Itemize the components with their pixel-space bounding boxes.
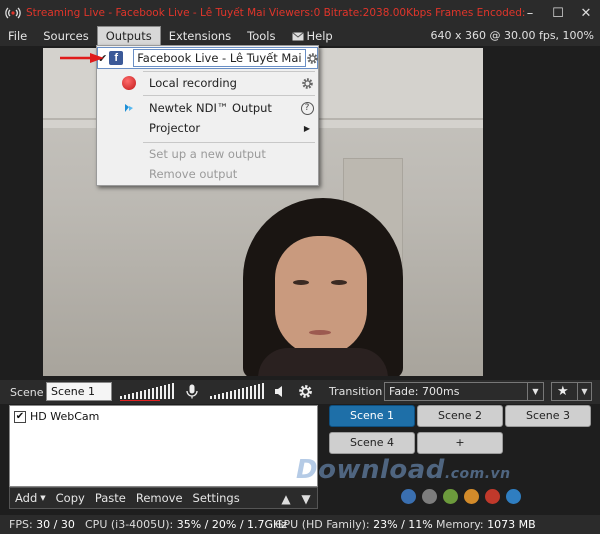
desktop-volume-meter[interactable] <box>208 382 270 401</box>
title-bar: Streaming Live - Facebook Live - Lê Tuyế… <box>0 0 600 26</box>
submenu-arrow-icon: ▶ <box>303 123 311 133</box>
mail-icon <box>291 31 304 40</box>
scene-bar: Scene Scene 1 Transition Fade: 700ms ▼ ★… <box>0 380 600 404</box>
scene-1-button[interactable]: Scene 1 <box>329 405 415 427</box>
minimize-button[interactable]: – <box>516 0 544 26</box>
outputs-dropdown-menu: ✔ f Facebook Live - Lê Tuyết Mai Local r… <box>96 45 319 186</box>
add-label: Add <box>15 491 38 505</box>
menu-file[interactable]: File <box>0 26 35 46</box>
source-visibility-checkbox[interactable]: ✔ <box>14 410 26 423</box>
move-up-icon[interactable]: ▲ <box>278 491 294 507</box>
watermark-logo: Download.com.vn <box>296 455 511 485</box>
chevron-down-icon: ▼ <box>40 494 46 502</box>
scene-3-button[interactable]: Scene 3 <box>505 405 591 427</box>
chevron-down-icon: ▼ <box>527 383 543 400</box>
scene-label: Scene <box>10 385 44 399</box>
ndi-icon <box>119 100 139 116</box>
settings-button[interactable]: Settings <box>188 491 245 505</box>
gear-icon[interactable] <box>294 381 316 402</box>
source-label: HD WebCam <box>30 410 100 423</box>
microphone-volume-meter[interactable] <box>118 382 180 401</box>
broadcast-icon <box>4 4 22 22</box>
move-down-icon[interactable]: ▼ <box>298 491 314 507</box>
menu-help[interactable]: Help <box>284 26 341 46</box>
output-facebook-live[interactable]: ✔ f Facebook Live - Lê Tuyết Mai <box>97 47 318 69</box>
menu-sources[interactable]: Sources <box>35 26 97 46</box>
menu-extensions[interactable]: Extensions <box>161 26 239 46</box>
add-source-button[interactable]: Add ▼ <box>10 491 51 505</box>
maximize-button[interactable]: ☐ <box>544 0 572 26</box>
red-arrow-annotation <box>60 53 104 63</box>
add-scene-button[interactable]: + <box>417 432 503 454</box>
watermark-dots <box>401 489 521 504</box>
facebook-icon: f <box>109 51 124 65</box>
status-bar: FPS: 30 / 30 CPU (i3-4005U): 35% / 20% /… <box>0 515 600 534</box>
star-plus-icon: ★ <box>557 384 569 399</box>
microphone-icon[interactable] <box>181 381 203 402</box>
scene-2-button[interactable]: Scene 2 <box>417 405 503 427</box>
transition-label: Transition <box>329 385 383 398</box>
window-title: Streaming Live - Facebook Live - Lê Tuyế… <box>26 7 526 19</box>
output-label: Local recording <box>149 76 237 90</box>
fps-stat: FPS: 30 / 30 <box>9 518 75 531</box>
output-local-recording[interactable]: Local recording <box>97 72 318 94</box>
help-icon[interactable]: ? <box>300 101 314 115</box>
menu-help-label: Help <box>306 29 333 43</box>
gear-icon[interactable] <box>296 77 318 90</box>
transition-select[interactable]: Fade: 700ms ▼ <box>384 382 544 401</box>
output-newtek-ndi[interactable]: Newtek NDI™ Output ? <box>97 97 318 119</box>
output-label: Projector <box>149 121 201 135</box>
copy-button[interactable]: Copy <box>51 491 90 505</box>
speaker-icon[interactable] <box>270 381 292 402</box>
scene-4-button[interactable]: Scene 4 <box>329 432 415 454</box>
resolution-info: 640 x 360 @ 30.00 fps, 100% <box>430 29 594 42</box>
transition-value: Fade: 700ms <box>389 385 460 398</box>
memory-stat: Memory: 1073 MB <box>436 518 536 531</box>
gpu-stat: GPU (HD Family): 23% / 11% <box>275 518 433 531</box>
gear-icon[interactable] <box>306 52 319 65</box>
sources-toolbar: Add ▼ Copy Paste Remove Settings ▲ ▼ <box>9 487 318 509</box>
paste-button[interactable]: Paste <box>90 491 131 505</box>
add-transition-button[interactable]: ★ ▼ <box>551 382 592 401</box>
record-icon <box>122 76 136 90</box>
setup-new-output: Set up a new output <box>97 143 318 165</box>
output-label: Remove output <box>149 167 238 181</box>
remove-button[interactable]: Remove <box>131 491 188 505</box>
menu-tools[interactable]: Tools <box>239 26 283 46</box>
output-label: Newtek NDI™ Output <box>149 101 272 115</box>
sources-list[interactable]: ✔ HD WebCam <box>9 405 318 487</box>
output-label: Facebook Live - Lê Tuyết Mai <box>133 49 306 67</box>
output-projector[interactable]: Projector ▶ <box>97 117 318 139</box>
remove-output: Remove output <box>97 163 318 185</box>
menu-outputs[interactable]: Outputs <box>96 26 161 46</box>
output-label: Set up a new output <box>149 147 266 161</box>
chevron-down-icon: ▼ <box>577 383 591 400</box>
source-item[interactable]: ✔ HD WebCam <box>14 410 99 423</box>
scene-name-field[interactable]: Scene 1 <box>46 382 112 401</box>
close-button[interactable]: ✕ <box>572 0 600 26</box>
cpu-stat: CPU (i3-4005U): 35% / 20% / 1.7GHz <box>85 518 288 531</box>
